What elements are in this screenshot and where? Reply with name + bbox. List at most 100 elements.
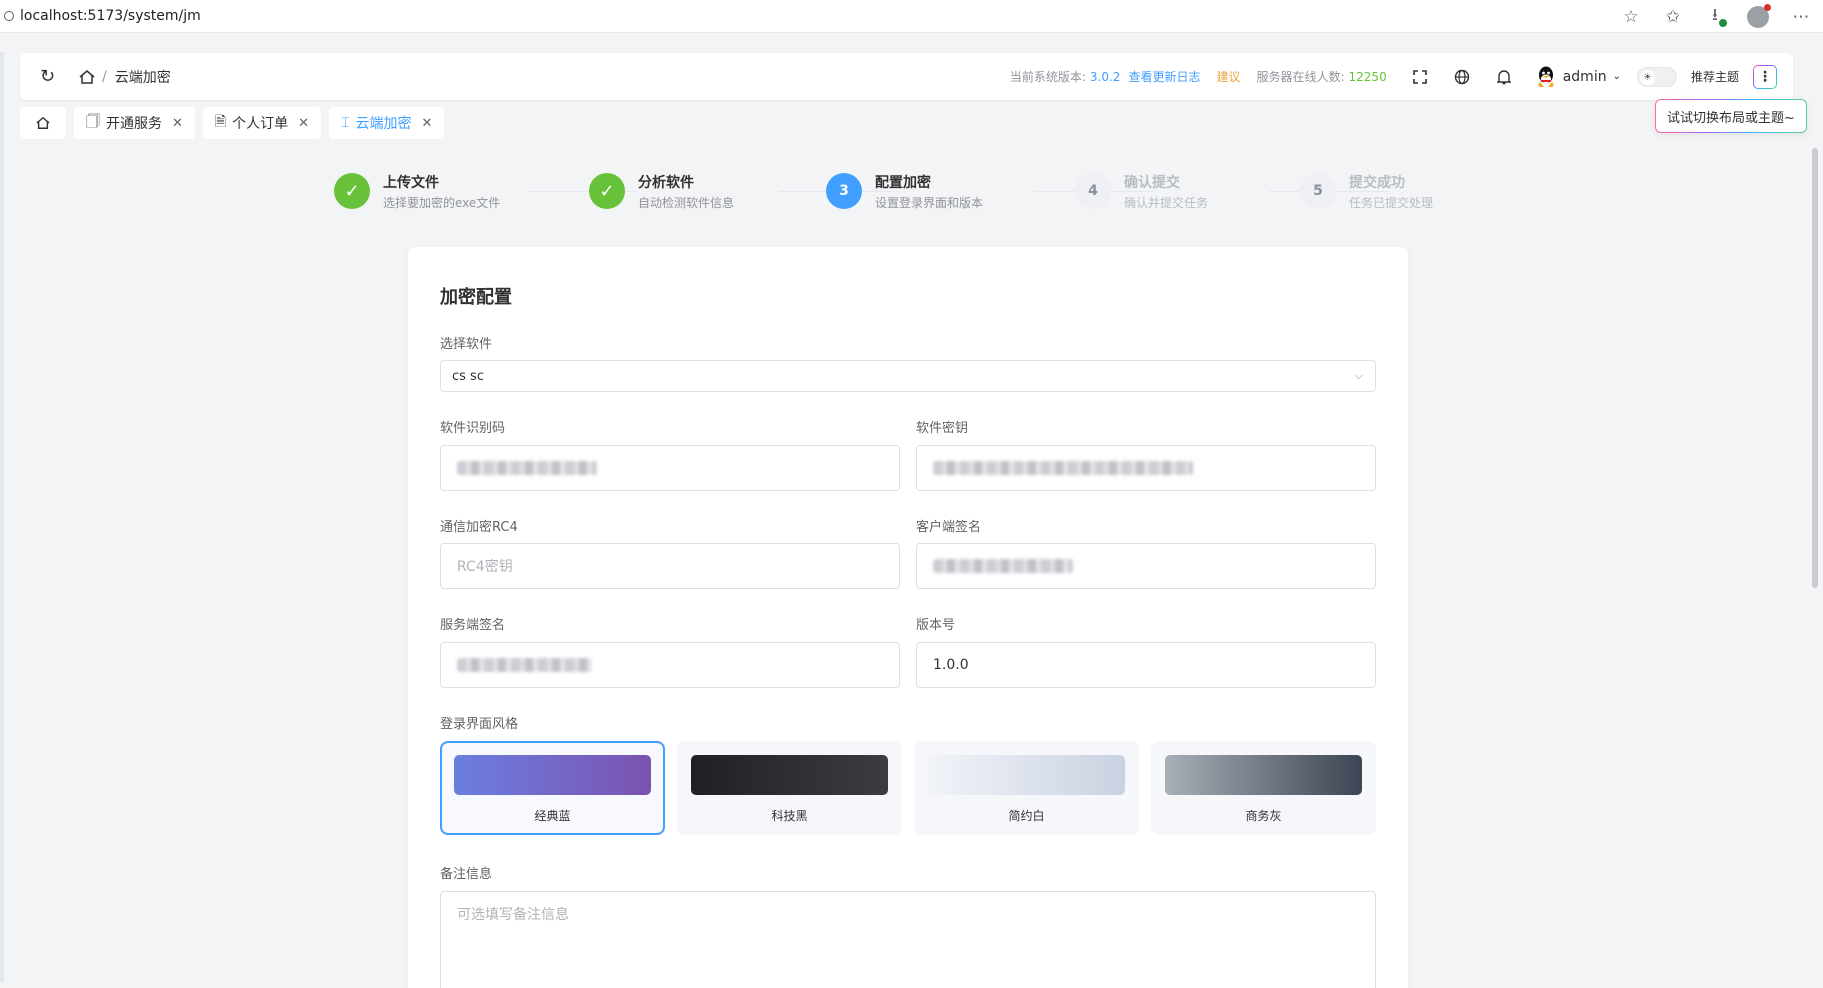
remark-textarea[interactable]: 可选填写备注信息	[440, 891, 1376, 988]
step-number: 3	[826, 173, 862, 209]
download-icon[interactable]: ⭳	[1705, 5, 1727, 27]
tab-home[interactable]	[20, 107, 66, 139]
site-info-icon[interactable]	[4, 11, 14, 21]
recommend-theme-button[interactable]: 推荐主题	[1691, 68, 1739, 85]
style-option-tech-black[interactable]: 科技黑	[677, 741, 902, 835]
step-desc: 确认并提交任务	[1124, 196, 1209, 210]
style-swatch	[1165, 755, 1362, 795]
bag-icon: 🗍	[86, 114, 100, 130]
online-label: 服务器在线人数:	[1256, 70, 1345, 84]
encrypt-config-card: 加密配置 选择软件 cs sc ⌵ 软件识别码 软件密钥 通信加密RC4 RC4…	[408, 247, 1408, 988]
style-swatch	[928, 755, 1125, 795]
home-icon	[36, 116, 50, 129]
rc4-field[interactable]: RC4密钥	[440, 543, 900, 589]
step-1: ✓ 上传文件 选择要加密的exe文件	[334, 173, 500, 212]
software-id-field[interactable]	[440, 445, 900, 491]
check-icon: ✓	[334, 173, 370, 209]
refresh-icon[interactable]: ↻	[40, 66, 60, 87]
version-field[interactable]: 1.0.0	[916, 642, 1376, 688]
url-text[interactable]: localhost:5173/system/jm	[20, 8, 201, 24]
tab-cloud-encrypt[interactable]: ⌶ 云端加密 ✕	[329, 107, 445, 139]
bookmark-star-icon[interactable]: ☆	[1621, 7, 1641, 27]
style-option-classic-blue[interactable]: 经典蓝	[440, 741, 665, 835]
close-icon[interactable]: ✕	[421, 116, 432, 131]
style-option-business-gray[interactable]: 商务灰	[1151, 741, 1376, 835]
check-icon: ✓	[589, 173, 625, 209]
tab-label: 个人订单	[232, 116, 289, 132]
remark-label: 备注信息	[440, 867, 493, 882]
version-number: 3.0.2	[1089, 69, 1121, 84]
document-icon: 🗎	[214, 114, 227, 130]
login-style-label: 登录界面风格	[440, 717, 519, 732]
login-style-options: 经典蓝 科技黑 简约白 商务灰	[440, 741, 1376, 835]
style-name: 经典蓝	[534, 809, 571, 823]
step-title: 上传文件	[383, 175, 439, 191]
user-menu[interactable]: admin ⌄	[1535, 65, 1621, 89]
rc4-placeholder: RC4密钥	[457, 559, 513, 575]
changelog-link[interactable]: 查看更新日志	[1128, 68, 1200, 85]
style-option-simple-white[interactable]: 简约白	[914, 741, 1139, 835]
step-3: 3 配置加密 设置登录界面和版本	[826, 173, 983, 212]
software-key-field[interactable]	[916, 445, 1376, 491]
step-number: 4	[1075, 173, 1111, 209]
software-select[interactable]: cs sc ⌵	[440, 360, 1376, 392]
chevron-down-icon: ⌵	[1354, 369, 1363, 382]
chevron-down-icon[interactable]: ⌄	[1613, 71, 1621, 82]
step-2: ✓ 分析软件 自动检测软件信息	[589, 173, 734, 212]
rc4-label: 通信加密RC4	[440, 520, 518, 535]
step-desc: 自动检测软件信息	[638, 196, 735, 210]
sidebar-edge	[0, 52, 4, 982]
style-swatch	[691, 755, 888, 795]
theme-toggle-switch[interactable]: ☀	[1636, 66, 1677, 87]
card-title: 加密配置	[440, 287, 512, 308]
tab-personal-orders[interactable]: 🗎 个人订单 ✕	[202, 107, 322, 139]
software-select-value: cs sc	[452, 368, 484, 384]
breadcrumb: / 云端加密	[78, 67, 171, 87]
username[interactable]: admin	[1563, 69, 1607, 85]
qq-avatar-icon	[1538, 66, 1554, 87]
address-bar[interactable]: localhost:5173/system/jm	[4, 8, 201, 24]
step-desc: 任务已提交处理	[1349, 196, 1434, 210]
step-desc: 选择要加密的exe文件	[383, 196, 501, 210]
step-number: 5	[1300, 173, 1336, 209]
close-icon[interactable]: ✕	[298, 116, 309, 131]
profile-avatar-icon[interactable]	[1747, 3, 1771, 28]
blurred-value	[933, 559, 1073, 573]
client-sign-field[interactable]	[916, 543, 1376, 589]
server-sign-label: 服务端签名	[440, 618, 506, 633]
step-title: 分析软件	[638, 175, 694, 191]
version-label: 版本号	[916, 618, 956, 633]
step-title: 确认提交	[1124, 175, 1180, 191]
step-desc: 设置登录界面和版本	[875, 196, 984, 210]
sun-icon: ☀	[1639, 69, 1655, 85]
favorites-icon[interactable]: ✩	[1663, 7, 1683, 27]
more-menu-icon[interactable]: ⋯	[1791, 7, 1811, 27]
client-sign-label: 客户端签名	[916, 520, 982, 535]
style-swatch	[454, 755, 651, 795]
progress-steps: ✓ 上传文件 选择要加密的exe文件 ✓ 分析软件 自动检测软件信息 3 配置加…	[334, 173, 1494, 221]
step-title: 提交成功	[1349, 175, 1405, 191]
server-sign-field[interactable]	[440, 642, 900, 688]
browser-toolbar: localhost:5173/system/jm ☆ ✩ ⭳ ⋯	[0, 0, 1823, 33]
step-title: 配置加密	[875, 175, 931, 191]
more-settings-button[interactable]: ⋮	[1753, 65, 1777, 89]
breadcrumb-current: 云端加密	[114, 69, 171, 86]
style-name: 简约白	[1008, 809, 1045, 823]
blurred-value	[457, 658, 592, 672]
step-4: 4 确认提交 确认并提交任务	[1075, 173, 1208, 212]
style-name: 商务灰	[1245, 809, 1282, 823]
globe-icon[interactable]	[1453, 68, 1471, 86]
software-key-label: 软件密钥	[916, 421, 969, 436]
remark-placeholder: 可选填写备注信息	[457, 907, 569, 923]
page-scrollbar[interactable]	[1812, 148, 1818, 588]
close-icon[interactable]: ✕	[172, 116, 183, 131]
suggest-link[interactable]: 建议	[1216, 68, 1240, 85]
online-count: 12250	[1348, 69, 1387, 84]
fullscreen-icon[interactable]	[1411, 68, 1429, 86]
bell-icon[interactable]	[1495, 68, 1513, 86]
software-id-label: 软件识别码	[440, 421, 506, 436]
home-icon[interactable]	[78, 69, 96, 85]
style-name: 科技黑	[771, 809, 808, 823]
tab-open-service[interactable]: 🗍 开通服务 ✕	[74, 107, 195, 139]
version-value: 1.0.0	[933, 657, 969, 673]
